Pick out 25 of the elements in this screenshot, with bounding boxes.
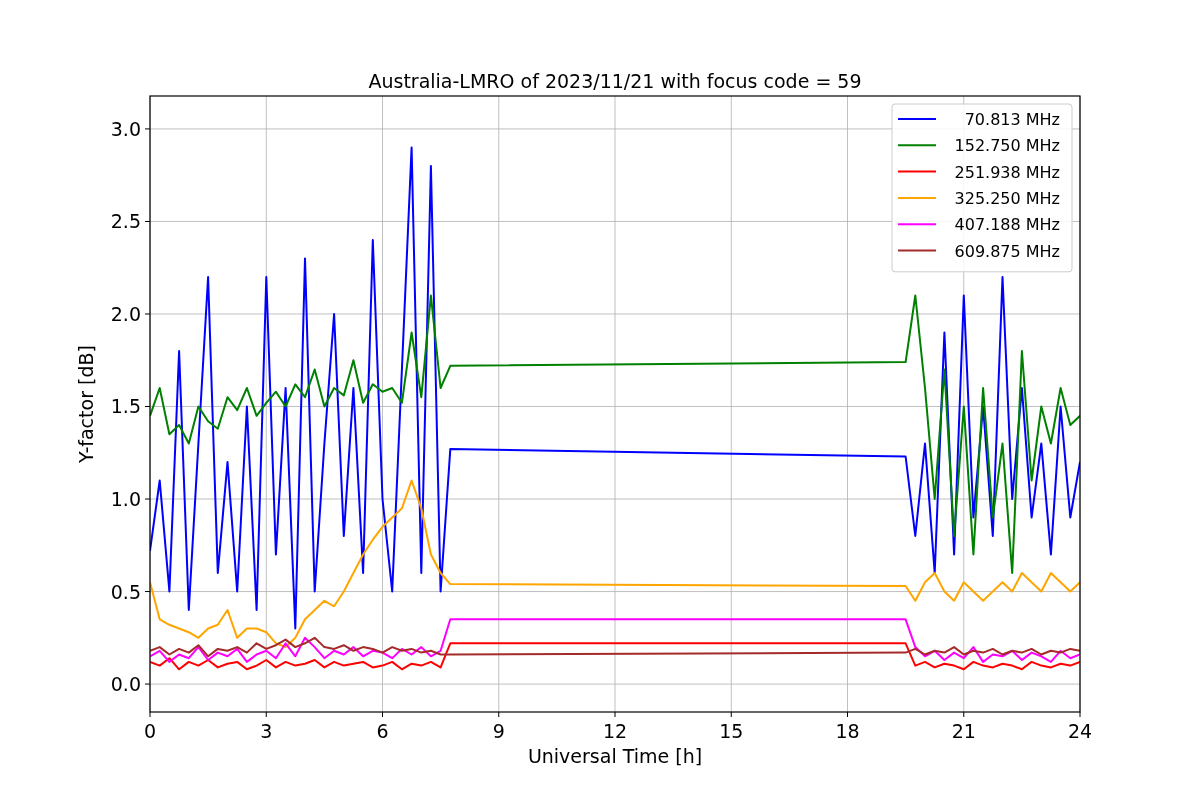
x-tick-label: 12 [602,720,628,742]
x-tick-label: 6 [376,720,389,742]
x-tick-label: 24 [1067,720,1093,742]
legend-label: 70.813 MHz [964,110,1060,129]
y-tick-label: 2.0 [110,303,141,325]
legend-label: 609.875 MHz [954,241,1060,261]
y-axis-label: Y-factor [dB] [75,345,97,463]
x-tick-label: 3 [260,720,273,742]
legend-label: 251.938 MHz [954,162,1060,182]
x-tick-label: 18 [835,720,860,742]
legend-label: 407.188 MHz [954,215,1060,235]
legend-label: 325.250 MHz [954,188,1060,208]
y-tick-label: 0.5 [110,580,141,603]
chart-title: Australia-LMRO of 2023/11/21 with focus code = 59 [368,70,862,92]
y-tick-label: 3.0 [110,117,141,140]
y-tick-label: 1.5 [110,395,141,418]
y-tick-label: 1.0 [110,488,141,510]
x-tick-label: 15 [719,720,744,742]
x-tick-label: 0 [143,720,157,742]
x-tick-label: 21 [951,720,976,742]
legend-label: 152.750 MHz [954,136,1060,156]
y-tick-label: 2.5 [110,210,141,233]
x-tick-label: 9 [492,720,505,742]
x-axis-label: Universal Time [h] [527,745,703,767]
y-tick-label: 0.0 [110,673,141,696]
